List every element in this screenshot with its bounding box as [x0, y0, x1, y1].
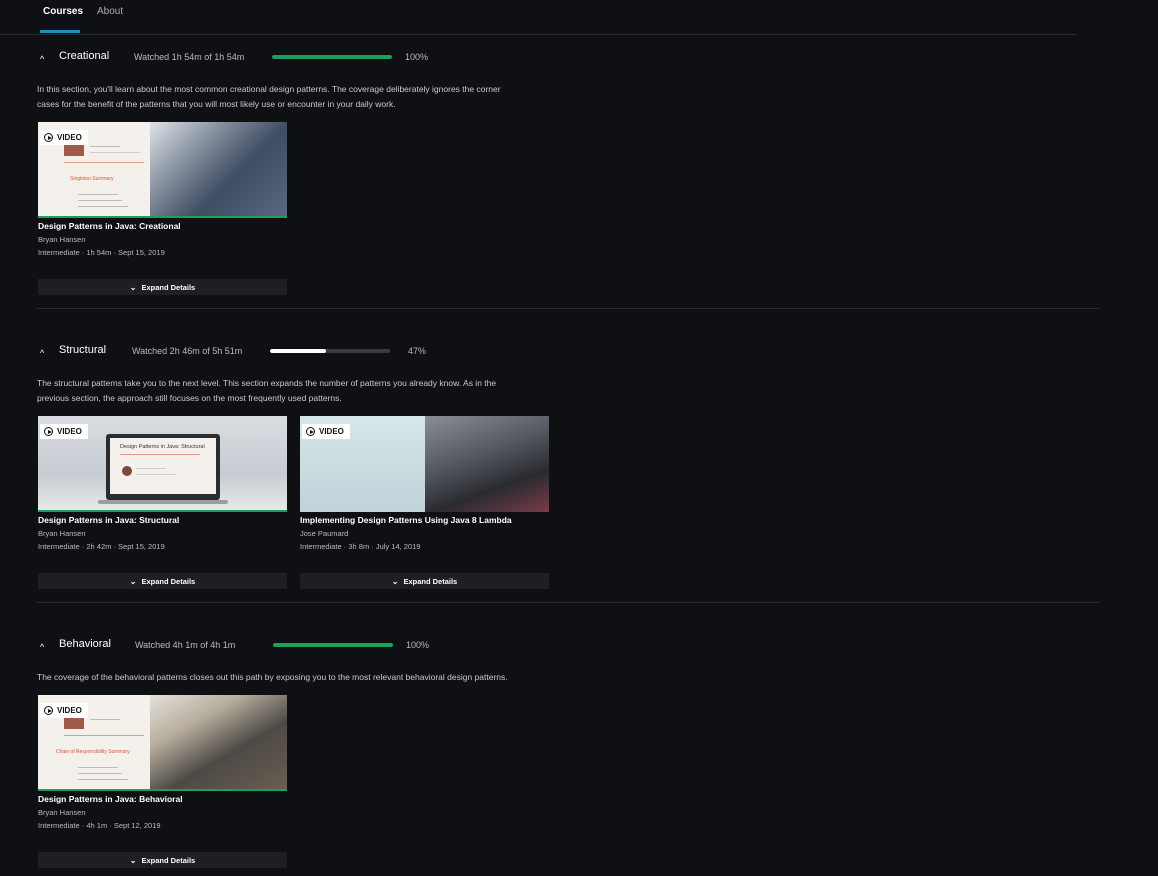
- expand-details-button[interactable]: ⌄ Expand Details: [38, 573, 287, 589]
- progress-percent: 100%: [405, 52, 429, 62]
- chevron-down-icon: ⌄: [129, 282, 137, 292]
- course-author: Bryan Hansen: [38, 808, 86, 817]
- slide-title: Chain of Responsibility Summary: [56, 749, 130, 755]
- expand-details-button[interactable]: ⌄ Expand Details: [38, 279, 287, 295]
- section-progress-bar: [273, 643, 393, 647]
- laptop-image: Design Patterns in Java: Structural: [106, 434, 220, 500]
- play-icon: [306, 427, 315, 436]
- tab-courses[interactable]: Courses: [43, 6, 83, 17]
- section-title: Behavioral: [59, 638, 111, 650]
- section-title: Structural: [59, 344, 107, 356]
- section-progress-bar: [270, 349, 390, 353]
- course-card[interactable]: VIDEO Implementing Design Patterns Using…: [300, 416, 549, 591]
- section-description: In this section, you'll learn about the …: [37, 84, 501, 109]
- course-thumbnail[interactable]: VIDEO: [300, 416, 549, 512]
- video-badge: VIDEO: [40, 424, 88, 439]
- chevron-down-icon: ⌄: [129, 855, 137, 865]
- video-badge: VIDEO: [40, 703, 88, 718]
- course-author: Bryan Hansen: [38, 529, 86, 538]
- section-progress-bar: [272, 55, 392, 59]
- progress-percent: 47%: [408, 346, 427, 356]
- expand-details-button[interactable]: ⌄ Expand Details: [300, 573, 549, 589]
- play-icon: [44, 706, 53, 715]
- video-badge: VIDEO: [302, 424, 350, 439]
- section-divider: [37, 602, 1099, 603]
- section-header[interactable]: ^ Behavioral Watched 4h 1m of 4h 1m 100%: [0, 638, 600, 658]
- course-title[interactable]: Implementing Design Patterns Using Java …: [300, 515, 512, 525]
- presenter-photo: [425, 416, 549, 512]
- section-header[interactable]: ^ Creational Watched 1h 54m of 1h 54m 10…: [0, 50, 600, 70]
- course-card[interactable]: Singleton Summary VIDEO Design Patterns …: [38, 122, 287, 297]
- tab-bar: Courses About: [0, 0, 1077, 35]
- course-progress-bar: [38, 510, 287, 512]
- chevron-up-icon[interactable]: ^: [40, 54, 44, 64]
- course-meta: Intermediate · 2h 42m · Sept 15, 2019: [38, 542, 165, 551]
- course-meta: Intermediate · 3h 8m · July 14, 2019: [300, 542, 421, 551]
- course-author: Bryan Hansen: [38, 235, 86, 244]
- presenter-photo: [150, 122, 287, 218]
- section-description: The coverage of the behavioral patterns …: [37, 672, 508, 682]
- slide-title: Singleton Summary: [70, 176, 114, 182]
- progress-fill: [273, 643, 393, 647]
- course-author: Jose Paumard: [300, 529, 349, 538]
- section-divider: [37, 308, 1099, 309]
- course-thumbnail[interactable]: Singleton Summary VIDEO: [38, 122, 287, 218]
- course-card[interactable]: Design Patterns in Java: Structural VIDE…: [38, 416, 287, 591]
- chevron-up-icon[interactable]: ^: [40, 348, 44, 358]
- course-thumbnail[interactable]: Chain of Responsibility Summary VIDEO: [38, 695, 287, 791]
- course-title[interactable]: Design Patterns in Java: Structural: [38, 515, 179, 525]
- section-header[interactable]: ^ Structural Watched 2h 46m of 5h 51m 47…: [0, 344, 600, 364]
- play-icon: [44, 133, 53, 142]
- watched-time: Watched 2h 46m of 5h 51m: [132, 346, 243, 356]
- section-description: The structural patterns take you to the …: [37, 378, 497, 403]
- course-progress-bar: [38, 216, 287, 218]
- watched-time: Watched 1h 54m of 1h 54m: [134, 52, 245, 62]
- progress-fill: [272, 55, 392, 59]
- chevron-up-icon[interactable]: ^: [40, 642, 44, 652]
- active-tab-indicator: [40, 30, 80, 33]
- video-badge: VIDEO: [40, 130, 88, 145]
- watched-time: Watched 4h 1m of 4h 1m: [135, 640, 236, 650]
- play-icon: [44, 427, 53, 436]
- course-progress-bar: [38, 789, 287, 791]
- tab-about[interactable]: About: [97, 6, 123, 17]
- course-card[interactable]: Chain of Responsibility Summary VIDEO De…: [38, 695, 287, 870]
- course-title[interactable]: Design Patterns in Java: Creational: [38, 221, 181, 231]
- meeting-photo: [150, 695, 287, 791]
- expand-details-button[interactable]: ⌄ Expand Details: [38, 852, 287, 868]
- course-meta: Intermediate · 1h 54m · Sept 15, 2019: [38, 248, 165, 257]
- progress-fill: [270, 349, 327, 353]
- chevron-down-icon: ⌄: [129, 576, 137, 586]
- course-thumbnail[interactable]: Design Patterns in Java: Structural VIDE…: [38, 416, 287, 512]
- section-title: Creational: [59, 50, 110, 62]
- course-title[interactable]: Design Patterns in Java: Behavioral: [38, 794, 183, 804]
- progress-percent: 100%: [406, 640, 430, 650]
- course-meta: Intermediate · 4h 1m · Sept 12, 2019: [38, 821, 161, 830]
- chevron-down-icon: ⌄: [391, 576, 399, 586]
